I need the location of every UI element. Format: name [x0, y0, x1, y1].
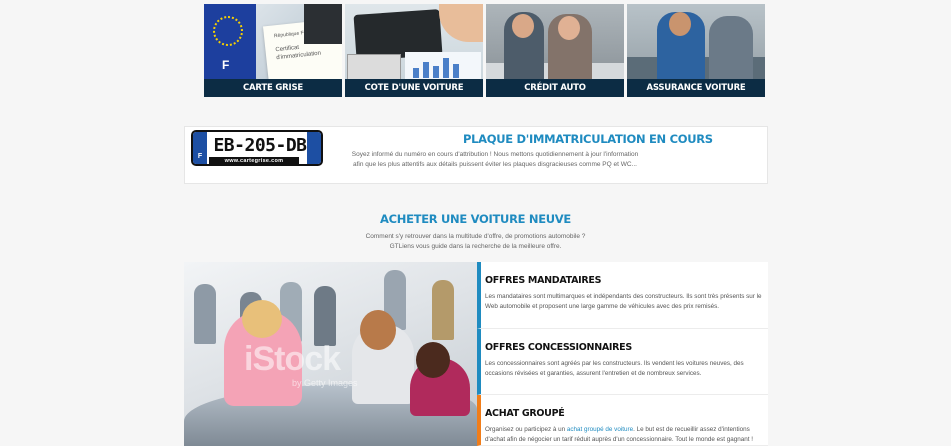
tile-caption: Crédit auto	[486, 79, 624, 97]
acheter-subtitle-line2: GTLiens vous guide dans la recherche de …	[389, 243, 562, 250]
plaque-description: Soyez informé du numéro en cours d'attri…	[335, 150, 655, 170]
offer-text: Les mandataires sont multimarques et ind…	[485, 293, 762, 310]
plaque-text-line1: Soyez informé du numéro en cours d'attri…	[351, 151, 639, 158]
tile-credit-auto[interactable]: Crédit auto	[486, 4, 624, 97]
offers-list: Offres mandataires Les mandataires sont …	[477, 262, 768, 446]
offer-text: Organisez ou participez à un achat group…	[485, 425, 768, 445]
tile-caption: Cote d'une voiture	[345, 79, 483, 97]
offer-achat-groupe[interactable]: Achat groupé Organisez ou participez à u…	[477, 395, 768, 446]
offer-text: Les concessionnaires sont agréés par les…	[485, 360, 744, 377]
tile-carte-grise[interactable]: F République Française Certificat d'immatr…	[204, 4, 342, 97]
offer-mandataires[interactable]: Offres mandataires Les mandataires sont …	[477, 262, 768, 329]
tile-assurance-voiture[interactable]: Assurance voiture	[627, 4, 765, 97]
plaque-title[interactable]: Plaque d'immatriculation en cours	[463, 132, 713, 146]
offer-concessionnaires[interactable]: Offres concessionnaires Les concessionna…	[477, 329, 768, 395]
acheter-title: Acheter une voiture neuve	[380, 212, 571, 226]
acheter-subtitle: Comment s'y retrouver dans la multitude …	[0, 232, 951, 252]
istock-watermark: iStock	[244, 340, 341, 378]
offer-title: Offres concessionnaires	[485, 342, 632, 353]
plate-number: EB-205-DB	[213, 135, 307, 156]
tile-caption: Assurance voiture	[627, 79, 765, 97]
achat-groupe-link[interactable]: achat groupé de voiture	[567, 426, 633, 433]
plate-country: F	[193, 132, 207, 164]
offer-title: Achat groupé	[485, 408, 565, 419]
car-showroom-photo: iStock by Getty Images	[184, 262, 477, 446]
offer-title: Offres mandataires	[485, 275, 602, 286]
istock-watermark-sub: by Getty Images	[292, 378, 358, 388]
tile-caption: Carte grise	[204, 79, 342, 97]
plaque-section[interactable]: F EB-205-DB www.cartegrise.com Plaque d'…	[184, 126, 768, 184]
offer-text-before: Organisez ou participez à un	[485, 426, 567, 433]
tile-cote-voiture[interactable]: Cote d'une voiture	[345, 4, 483, 97]
acheter-subtitle-line1: Comment s'y retrouver dans la multitude …	[365, 233, 586, 240]
plate-site: www.cartegrise.com	[209, 157, 299, 165]
plaque-text-line2: afin que les plus attentifs aux détails …	[353, 161, 637, 168]
service-tiles: F République Française Certificat d'immatr…	[204, 4, 767, 97]
